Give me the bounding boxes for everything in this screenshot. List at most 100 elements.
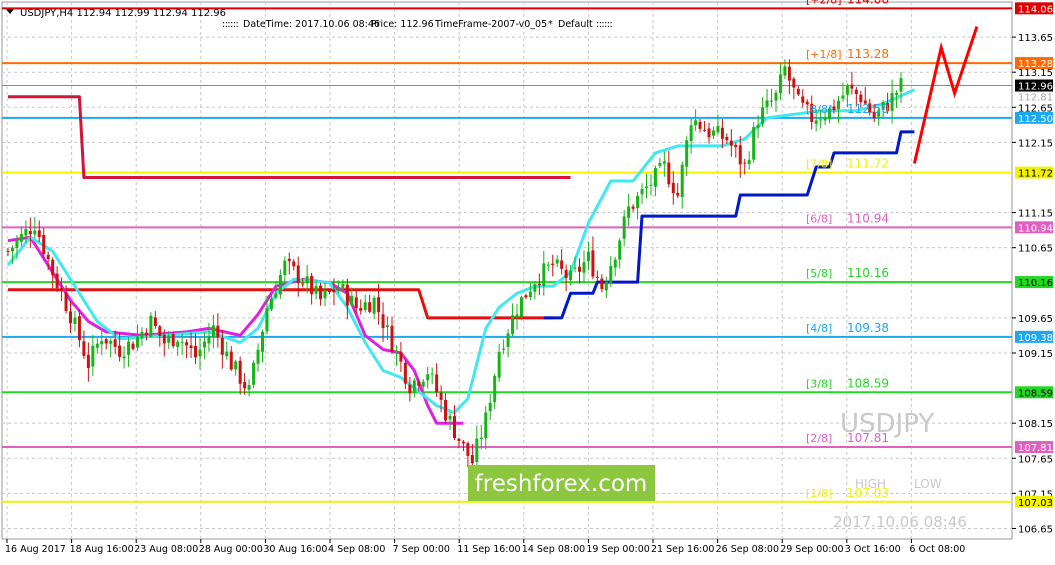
candle-body xyxy=(796,88,800,95)
symbol-watermark: USDJPY xyxy=(840,409,934,439)
candle-body xyxy=(51,259,55,276)
x-tick-label: 7 Sep 00:00 xyxy=(393,544,450,555)
level-price-tag-text: 107.03 xyxy=(1018,498,1053,509)
candle-body xyxy=(453,416,456,438)
candle-body xyxy=(720,127,724,139)
candle-body xyxy=(461,441,465,444)
candle-body xyxy=(122,356,126,359)
candle-body xyxy=(131,343,135,349)
level-price-tag-text: 112.50 xyxy=(1018,114,1053,125)
symbol-info: USDJPY,H4 112.94 112.99 112.94 112.96 xyxy=(20,8,226,19)
candle-body xyxy=(743,162,747,164)
x-tick-label: 26 Sep 08:00 xyxy=(716,544,779,555)
candle-body xyxy=(95,343,99,348)
candle-body xyxy=(502,348,506,350)
candle-body xyxy=(613,259,617,268)
murrey-level-name: [6/8] xyxy=(806,212,832,225)
y-tick-label: 113.65 xyxy=(1018,33,1053,44)
candle-body xyxy=(37,230,41,237)
candle-body xyxy=(265,308,269,332)
candle-body xyxy=(680,164,684,198)
candle-body xyxy=(140,332,144,339)
candle-body xyxy=(506,333,510,347)
candle-body xyxy=(64,292,68,311)
candle-body xyxy=(609,266,613,284)
candle-body xyxy=(153,317,157,326)
x-tick-label: 4 Sep 08:00 xyxy=(328,544,385,555)
candle-body xyxy=(296,265,300,283)
candle-body xyxy=(238,360,242,384)
x-tick-label: 6 Oct 08:00 xyxy=(909,544,965,555)
level-price-tag-text: 114.06 xyxy=(1018,4,1053,15)
candle-body xyxy=(698,121,702,129)
candle-body xyxy=(515,314,519,318)
candle-body xyxy=(644,186,648,189)
candle-body xyxy=(430,373,434,375)
candle-body xyxy=(269,298,273,310)
candle-body xyxy=(600,278,604,290)
candle-body xyxy=(82,341,86,356)
candle-body xyxy=(100,341,104,345)
candle-body xyxy=(470,455,474,464)
candle-body xyxy=(604,281,608,291)
murrey-level-name: [5/8] xyxy=(806,267,832,280)
header-dots-right: :::::: xyxy=(596,19,613,30)
header-dots-left: :::::: xyxy=(222,19,239,30)
candle-body xyxy=(261,331,265,352)
candle-body xyxy=(15,240,19,249)
candle-body xyxy=(171,334,175,347)
candle-body xyxy=(560,260,564,269)
candle-body xyxy=(783,66,787,76)
x-tick-label: 11 Sep 16:00 xyxy=(457,544,520,555)
candle-body xyxy=(627,206,631,218)
murrey-level-name: [1/8] xyxy=(806,487,832,500)
candle-body xyxy=(381,314,385,328)
candle-body xyxy=(180,341,184,343)
candle-body xyxy=(372,297,376,314)
candle-body xyxy=(636,195,640,209)
header-template: Default xyxy=(558,19,593,30)
candle-body xyxy=(314,285,318,294)
y-tick-label: 111.15 xyxy=(1018,209,1053,220)
candle-body xyxy=(511,315,515,334)
candle-body xyxy=(77,316,81,341)
murrey-level-value: 112.50 xyxy=(847,102,889,116)
murrey-level-value: 110.16 xyxy=(847,266,889,280)
x-tick-label: 19 Sep 00:00 xyxy=(586,544,649,555)
level-price-tag-text: 108.59 xyxy=(1018,388,1053,399)
candle-body xyxy=(283,260,287,276)
candle-body xyxy=(707,128,711,138)
level-price-tag-text: 111.72 xyxy=(1018,169,1053,180)
candle-body xyxy=(350,295,354,306)
candle-body xyxy=(305,276,309,284)
murrey-level-name: [7/8] xyxy=(806,158,832,171)
candle-body xyxy=(310,275,314,295)
candle-body xyxy=(792,78,796,88)
candle-body xyxy=(528,291,532,298)
level-price-tag-text: 107.81 xyxy=(1018,443,1053,454)
candle-body xyxy=(747,159,751,165)
candle-body xyxy=(403,362,407,384)
candle-body xyxy=(198,349,202,357)
candle-body xyxy=(711,130,715,136)
candle-body xyxy=(582,262,586,273)
low-label: LOW xyxy=(914,477,942,491)
y-tick-label: 110.65 xyxy=(1018,244,1053,255)
candle-body xyxy=(475,438,479,462)
candle-body xyxy=(341,283,345,288)
candle-body xyxy=(216,325,220,338)
candle-body xyxy=(135,336,139,348)
y-tick-label: 109.65 xyxy=(1018,314,1053,325)
high-label: HIGH xyxy=(855,477,886,491)
candle-body xyxy=(292,261,296,267)
candle-body xyxy=(899,78,903,92)
candle-body xyxy=(194,346,198,358)
y-tick-label: 112.15 xyxy=(1018,138,1053,149)
price-chart[interactable]: [+2/8] 114.06 [+1/8] 113.28 [8/8] 112.50 [7/8]… xyxy=(0,0,1055,561)
candle-body xyxy=(569,270,573,281)
murrey-level-value: 114.06 xyxy=(847,0,889,6)
candle-body xyxy=(649,184,653,186)
header-timeframe: TimeFrame-2007-v0_05 xyxy=(434,19,547,30)
candle-body xyxy=(542,263,546,286)
candle-body xyxy=(850,84,854,89)
